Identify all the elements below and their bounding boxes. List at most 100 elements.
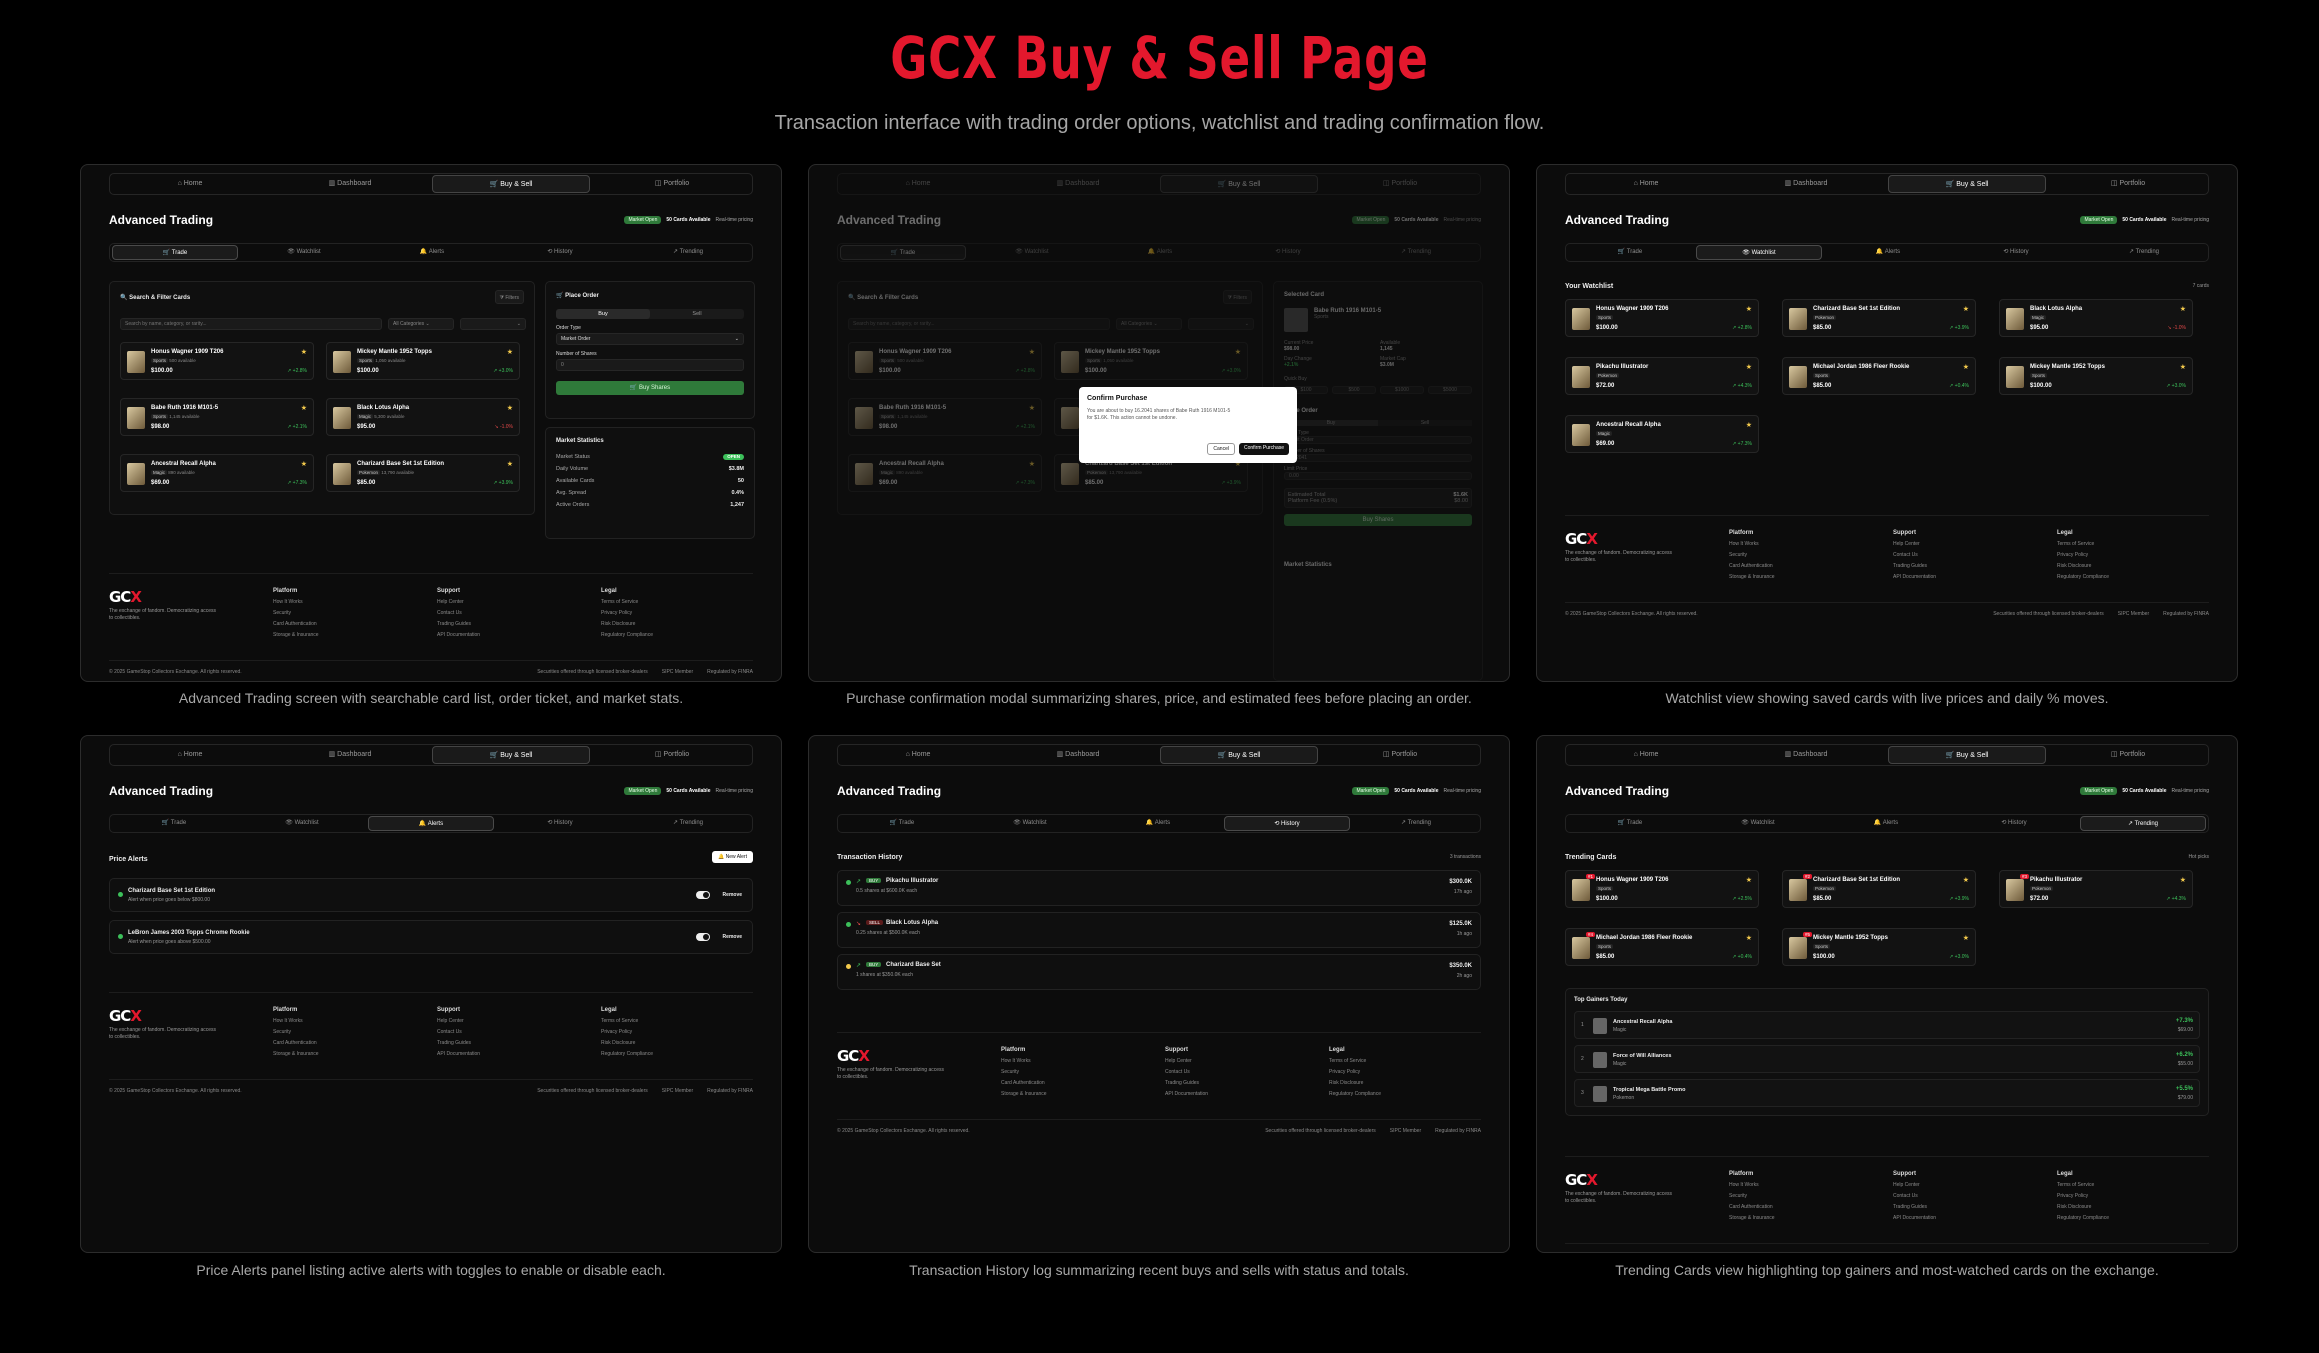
tab-history[interactable]: ⟲ History <box>1952 816 2076 831</box>
footer-link[interactable]: Storage & Insurance <box>273 1049 319 1060</box>
footer-link[interactable]: Security <box>1001 1067 1047 1078</box>
footer-link[interactable]: How It Works <box>1729 539 1775 550</box>
tab-history[interactable]: ⟲ History <box>1954 245 2078 260</box>
nav-item-home[interactable]: ⌂ Home <box>840 175 996 193</box>
nav-item-buy-sell[interactable]: 🛒 Buy & Sell <box>1888 175 2046 193</box>
tab-history[interactable]: ⟲ History <box>498 816 622 831</box>
star-icon[interactable]: ★ <box>1963 363 1969 371</box>
gainer-row[interactable]: 2 Force of Will Alliances Magic +6.2% $55.00 <box>1574 1045 2200 1073</box>
card-item[interactable]: Charizard Base Set 1st Edition Pokemon 13… <box>326 454 520 492</box>
tab-alerts[interactable]: 🔔 Alerts <box>370 245 494 260</box>
nav-item-dashboard[interactable]: ▥ Dashboard <box>272 746 428 764</box>
confirm-purchase-button[interactable]: Confirm Purchase <box>1238 443 1289 455</box>
footer-link[interactable]: API Documentation <box>437 630 480 641</box>
card-item[interactable]: Black Lotus AlphaMagic 5,300 available$9… <box>326 398 520 436</box>
footer-link[interactable]: How It Works <box>273 597 319 608</box>
footer-link[interactable]: Risk Disclosure <box>601 1038 653 1049</box>
footer-link[interactable]: Risk Disclosure <box>601 619 653 630</box>
tab-history[interactable]: ⟲ History <box>1224 816 1350 831</box>
card-item[interactable]: Mickey Mantle 1952 Topps Sports 1,050 ava… <box>326 342 520 380</box>
footer-link[interactable]: How It Works <box>273 1016 319 1027</box>
card-item[interactable]: #5 Mickey Mantle 1952 Topps Sports $100.00… <box>1782 928 1976 966</box>
footer-link[interactable]: How It Works <box>1001 1056 1047 1067</box>
card-item[interactable]: Honus Wagner 1909 T206 Sports 500 availab… <box>120 342 314 380</box>
filters-button[interactable]: ⧩ Filters <box>1222 290 1252 304</box>
buy-tab[interactable]: Buy <box>556 309 650 319</box>
gcx-logo[interactable]: GCX <box>109 588 142 606</box>
footer-link[interactable]: API Documentation <box>437 1049 480 1060</box>
nav-item-dashboard[interactable]: ▥ Dashboard <box>1728 175 1884 193</box>
nav-item-dashboard[interactable]: ▥ Dashboard <box>272 175 428 193</box>
tab-watchlist[interactable]: 👁 Watchlist <box>242 245 366 260</box>
nav-item-home[interactable]: ⌂ Home <box>1568 175 1724 193</box>
gainer-row[interactable]: 1 Ancestral Recall Alpha Magic +7.3% $69.00 <box>1574 1011 2200 1039</box>
footer-link[interactable]: API Documentation <box>1165 1089 1208 1100</box>
footer-link[interactable]: Storage & Insurance <box>1001 1089 1047 1100</box>
star-icon[interactable]: ★ <box>507 348 513 356</box>
quick-buy-button[interactable]: $500 <box>1332 386 1376 394</box>
nav-item-home[interactable]: ⌂ Home <box>840 746 996 764</box>
footer-link[interactable]: Trading Guides <box>1893 561 1936 572</box>
filters-button[interactable]: ⧩ Filters <box>494 290 524 304</box>
star-icon[interactable]: ★ <box>1029 348 1035 356</box>
footer-link[interactable]: Privacy Policy <box>601 1027 653 1038</box>
gcx-logo[interactable]: GCX <box>1565 530 1598 548</box>
nav-item-dashboard[interactable]: ▥ Dashboard <box>1000 175 1156 193</box>
nav-item-buy-sell[interactable]: 🛒 Buy & Sell <box>432 746 590 764</box>
footer-link[interactable]: Privacy Policy <box>2057 1191 2109 1202</box>
tab-trending[interactable]: ↗ Trending <box>626 816 750 831</box>
star-icon[interactable]: ★ <box>1963 876 1969 884</box>
nav-item-buy-sell[interactable]: 🛒 Buy & Sell <box>1888 746 2046 764</box>
footer-link[interactable]: Privacy Policy <box>2057 550 2109 561</box>
footer-link[interactable]: Regulatory Compliance <box>2057 572 2109 583</box>
card-item[interactable]: Michael Jordan 1986 Fleer Rookie Sports $… <box>1782 357 1976 395</box>
nav-item-portfolio[interactable]: ◫ Portfolio <box>594 746 750 764</box>
footer-link[interactable]: Card Authentication <box>273 619 319 630</box>
tab-alerts[interactable]: 🔔 Alerts <box>1826 245 1950 260</box>
footer-link[interactable]: Card Authentication <box>1729 1202 1775 1213</box>
footer-link[interactable]: Help Center <box>1893 539 1936 550</box>
tab-trending[interactable]: ↗ Trending <box>1354 245 1478 260</box>
star-icon[interactable]: ★ <box>1746 305 1752 313</box>
star-icon[interactable]: ★ <box>2180 305 2186 313</box>
card-item[interactable]: Ancestral Recall Alpha Magic 890 availabl… <box>848 454 1042 492</box>
footer-link[interactable]: Trading Guides <box>1893 1202 1936 1213</box>
footer-link[interactable]: Trading Guides <box>1165 1078 1208 1089</box>
card-item[interactable]: Babe Ruth 1916 M101-5 Sports 1,145 availa… <box>120 398 314 436</box>
footer-link[interactable]: Regulatory Compliance <box>2057 1213 2109 1224</box>
gainer-row[interactable]: 3 Tropical Mega Battle Promo Pokemon +5.5% $… <box>1574 1079 2200 1107</box>
star-icon[interactable]: ★ <box>1235 348 1241 356</box>
footer-link[interactable]: Security <box>273 1027 319 1038</box>
card-item[interactable]: Ancestral Recall Alpha Magic 890 availabl… <box>120 454 314 492</box>
card-item[interactable]: Honus Wagner 1909 T206 Sports $100.00 ↗ +2… <box>1565 299 1759 337</box>
card-item[interactable]: Pikachu Illustrator Pokemon $72.00 ↗ +4.3%… <box>1565 357 1759 395</box>
footer-link[interactable]: Card Authentication <box>1729 561 1775 572</box>
card-item[interactable]: #3 Pikachu Illustrator Pokemon $72.00 ↗ +4.… <box>1999 870 2193 908</box>
card-item[interactable]: Honus Wagner 1909 T206 Sports 500 availab… <box>848 342 1042 380</box>
card-item[interactable]: Mickey Mantle 1952 Topps Sports $100.00 ↗ … <box>1999 357 2193 395</box>
star-icon[interactable]: ★ <box>2180 876 2186 884</box>
quick-buy-button[interactable]: $5000 <box>1428 386 1472 394</box>
footer-link[interactable]: Card Authentication <box>1001 1078 1047 1089</box>
search-input[interactable] <box>848 318 1110 330</box>
star-icon[interactable]: ★ <box>2180 363 2186 371</box>
footer-link[interactable]: Privacy Policy <box>1329 1067 1381 1078</box>
nav-item-buy-sell[interactable]: 🛒 Buy & Sell <box>432 175 590 193</box>
footer-link[interactable]: Risk Disclosure <box>2057 561 2109 572</box>
tab-alerts[interactable]: 🔔 Alerts <box>1098 245 1222 260</box>
footer-link[interactable]: Trading Guides <box>437 1038 480 1049</box>
star-icon[interactable]: ★ <box>1746 934 1752 942</box>
footer-link[interactable]: Terms of Service <box>2057 539 2109 550</box>
tab-trade[interactable]: 🛒 Trade <box>840 245 966 260</box>
sort-select[interactable]: ⌄ <box>460 318 526 330</box>
footer-link[interactable]: Help Center <box>437 597 480 608</box>
nav-item-portfolio[interactable]: ◫ Portfolio <box>1322 746 1478 764</box>
footer-link[interactable]: Regulatory Compliance <box>601 1049 653 1060</box>
nav-item-portfolio[interactable]: ◫ Portfolio <box>2050 175 2206 193</box>
tab-watchlist[interactable]: 👁 Watchlist <box>240 816 364 831</box>
card-item[interactable]: #4 Michael Jordan 1986 Fleer Rookie Sports… <box>1565 928 1759 966</box>
footer-link[interactable]: Risk Disclosure <box>2057 1202 2109 1213</box>
footer-link[interactable]: Regulatory Compliance <box>601 630 653 641</box>
footer-link[interactable]: Contact Us <box>1893 1191 1936 1202</box>
tab-watchlist[interactable]: 👁 Watchlist <box>968 816 1092 831</box>
